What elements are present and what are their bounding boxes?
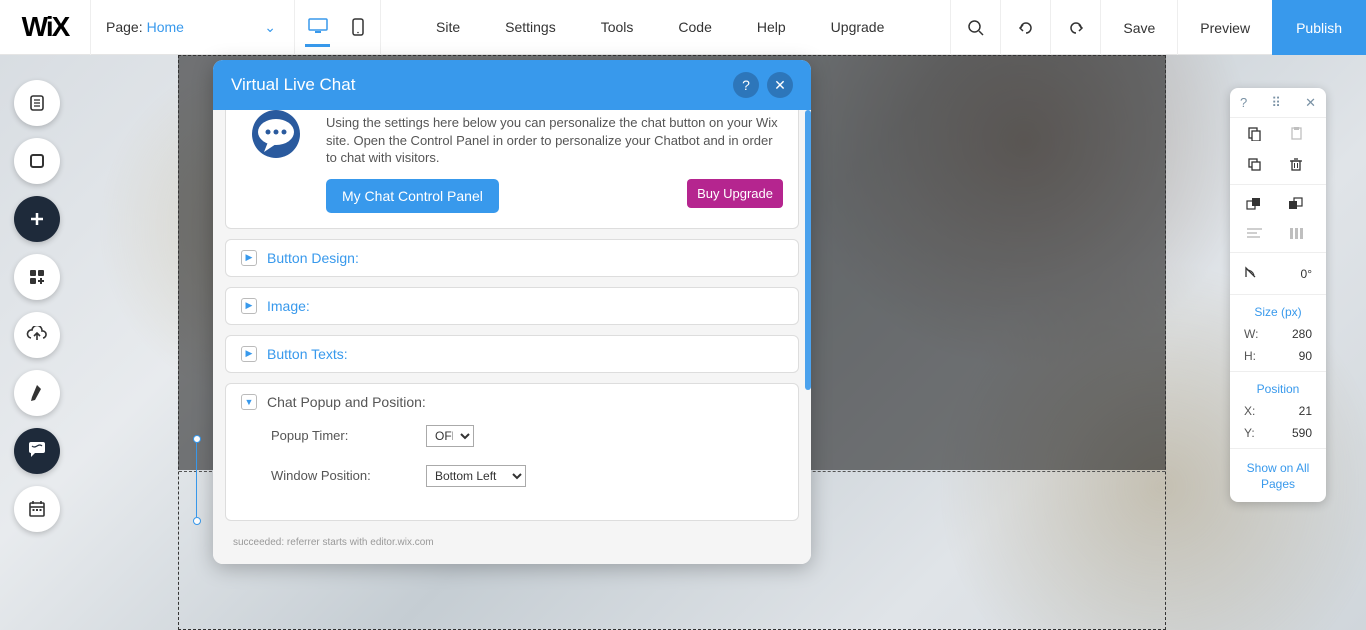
blog-tool[interactable] <box>14 370 60 416</box>
menu-site[interactable]: Site <box>436 19 460 35</box>
menu-help[interactable]: Help <box>757 19 786 35</box>
popup-timer-field: Popup Timer: OFF <box>271 425 763 447</box>
wix-logo: WiX <box>0 11 90 43</box>
delete-icon[interactable] <box>1286 157 1306 172</box>
menu-code[interactable]: Code <box>678 19 711 35</box>
popup-position-section: ▼ Chat Popup and Position: Popup Timer: … <box>225 383 799 521</box>
mobile-device-button[interactable] <box>345 7 370 47</box>
zoom-button[interactable] <box>950 0 1000 55</box>
align-left-icon <box>1244 227 1264 240</box>
chat-logo-icon <box>241 114 311 184</box>
button-design-section[interactable]: ▶ Button Design: <box>225 239 799 277</box>
x-value[interactable]: 21 <box>1274 404 1312 418</box>
send-back-icon[interactable] <box>1286 197 1306 211</box>
section-title: Button Texts: <box>267 346 348 362</box>
publish-button[interactable]: Publish <box>1272 0 1366 55</box>
field-label: Window Position: <box>271 468 426 483</box>
width-value[interactable]: 280 <box>1274 327 1312 341</box>
add-apps-tool[interactable] <box>14 254 60 300</box>
expand-right-icon: ▶ <box>241 346 257 362</box>
section-title: Button Design: <box>267 250 359 266</box>
scrollbar-thumb[interactable] <box>805 110 811 390</box>
intro-panel: Using the settings here below you can pe… <box>225 110 799 229</box>
y-value[interactable]: 590 <box>1274 426 1312 440</box>
rotation-value[interactable]: 0° <box>1301 267 1312 281</box>
button-texts-section[interactable]: ▶ Button Texts: <box>225 335 799 373</box>
page-background-tool[interactable] <box>14 80 60 126</box>
page-label: Page: <box>106 19 143 35</box>
menu-upgrade[interactable]: Upgrade <box>831 19 885 35</box>
section-header[interactable]: ▼ Chat Popup and Position: <box>241 394 783 410</box>
uploads-tool[interactable] <box>14 312 60 358</box>
expand-right-icon: ▶ <box>241 298 257 314</box>
x-label: X: <box>1244 404 1274 418</box>
quick-actions-panel: ? ⠿ ✕ 0° Size (px) W:280 H:90 Position X… <box>1230 88 1326 502</box>
expand-down-icon: ▼ <box>241 394 257 410</box>
popup-timer-select[interactable]: OFF <box>426 425 474 447</box>
chevron-down-icon: ⌄ <box>264 19 276 36</box>
position-label: Position <box>1230 376 1326 400</box>
drag-handle-icon[interactable]: ⠿ <box>1271 95 1281 111</box>
virtual-live-chat-modal: Virtual Live Chat ? ✕ Using the settings… <box>213 60 811 564</box>
add-element-tool[interactable] <box>14 196 60 242</box>
width-label: W: <box>1244 327 1274 341</box>
copy-icon[interactable] <box>1244 126 1264 141</box>
modal-body: Using the settings here below you can pe… <box>213 110 811 564</box>
left-toolbar <box>14 80 60 532</box>
section-title: Chat Popup and Position: <box>267 394 426 410</box>
menu-settings[interactable]: Settings <box>505 19 556 35</box>
rotate-icon[interactable] <box>1244 265 1258 282</box>
show-all-pages-link[interactable]: Show on All Pages <box>1230 453 1326 492</box>
section-title: Image: <box>267 298 310 314</box>
modal-close-button[interactable]: ✕ <box>767 72 793 98</box>
device-toggle <box>295 0 381 55</box>
undo-button[interactable] <box>1000 0 1050 55</box>
field-label: Popup Timer: <box>271 428 426 443</box>
intro-text: Using the settings here below you can pe… <box>326 114 783 167</box>
modal-footnote: succeeded: referrer starts with editor.w… <box>225 531 799 552</box>
page-name: Home <box>147 19 184 35</box>
y-label: Y: <box>1244 426 1274 440</box>
chat-tool[interactable] <box>14 428 60 474</box>
buy-upgrade-button[interactable]: Buy Upgrade <box>687 179 783 208</box>
bookings-tool[interactable] <box>14 486 60 532</box>
image-section[interactable]: ▶ Image: <box>225 287 799 325</box>
distribute-icon <box>1286 227 1306 240</box>
background-tool[interactable] <box>14 138 60 184</box>
paste-icon <box>1286 126 1306 141</box>
modal-title: Virtual Live Chat <box>231 75 355 95</box>
save-button[interactable]: Save <box>1100 0 1177 55</box>
height-value[interactable]: 90 <box>1274 349 1312 363</box>
header-right-controls: Save Preview Publish <box>950 0 1366 55</box>
main-menu: Site Settings Tools Code Help Upgrade <box>381 19 884 35</box>
window-position-select[interactable]: Bottom Left <box>426 465 526 487</box>
modal-help-button[interactable]: ? <box>733 72 759 98</box>
expand-right-icon: ▶ <box>241 250 257 266</box>
close-panel-icon[interactable]: ✕ <box>1305 95 1316 111</box>
height-label: H: <box>1244 349 1274 363</box>
size-label: Size (px) <box>1230 299 1326 323</box>
preview-button[interactable]: Preview <box>1177 0 1272 55</box>
control-panel-button[interactable]: My Chat Control Panel <box>326 179 499 213</box>
panel-top-bar: ? ⠿ ✕ <box>1230 88 1326 118</box>
help-icon[interactable]: ? <box>1240 95 1247 110</box>
menu-tools[interactable]: Tools <box>601 19 634 35</box>
top-header: WiX Page: Home ⌄ Site Settings Tools Cod… <box>0 0 1366 55</box>
desktop-device-button[interactable] <box>305 7 330 47</box>
bring-front-icon[interactable] <box>1244 197 1264 211</box>
window-position-field: Window Position: Bottom Left <box>271 465 763 487</box>
modal-header: Virtual Live Chat ? ✕ <box>213 60 811 110</box>
redo-button[interactable] <box>1050 0 1100 55</box>
selection-handle[interactable] <box>191 435 203 525</box>
page-selector[interactable]: Page: Home ⌄ <box>90 0 295 55</box>
duplicate-icon[interactable] <box>1244 157 1264 172</box>
